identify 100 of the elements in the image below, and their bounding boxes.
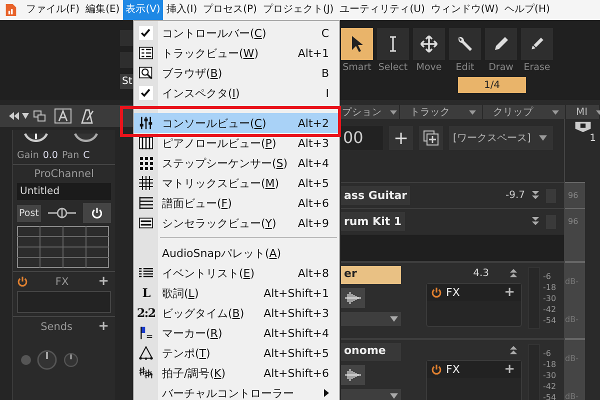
- prochannel-title: ProChannel: [33, 168, 95, 180]
- fx-title: FX: [446, 363, 461, 376]
- app-logo-icon: [5, 3, 17, 17]
- menu-item[interactable]: コントロールバー(C) C: [134, 23, 339, 43]
- menu-item[interactable]: トラックビュー(W) Alt+1: [134, 43, 339, 63]
- fx-title: FX: [55, 276, 69, 288]
- caret-icon: [469, 110, 476, 114]
- zoom-field[interactable]: 00: [341, 126, 383, 150]
- add-fx-button[interactable]: +: [502, 286, 517, 299]
- snap-dropdown[interactable]: 1/4: [458, 77, 526, 93]
- track-list-icon: [139, 46, 153, 60]
- menu-item[interactable]: テンポ(T) Alt+Shift+5: [134, 343, 339, 363]
- menu-bar-item[interactable]: 編集(E): [82, 0, 123, 20]
- menu-item[interactable]: 拍子/調号(K) Alt+Shift+6: [134, 363, 339, 383]
- ruler-value: 96: [567, 217, 578, 226]
- add-track-button[interactable]: +: [389, 126, 413, 150]
- now-marker-icon[interactable]: [572, 121, 592, 133]
- menu-item-label: ピアノロールビュー(P): [162, 136, 278, 150]
- track-volume-value: -9.7: [505, 190, 525, 201]
- shortcut-label: Alt+Shift+3: [264, 306, 329, 320]
- menu-bar-item[interactable]: ファイル(F): [23, 0, 83, 20]
- menu-item[interactable]: バーチャルコントローラー: [134, 383, 339, 400]
- menu-glyph: 2:2: [136, 306, 156, 320]
- track-inspector-tab-icon[interactable]: [54, 108, 72, 124]
- track-name[interactable]: rum Kit 1: [341, 212, 405, 231]
- expand-icon[interactable]: [531, 191, 540, 200]
- shortcut-label: Alt+Shift+6: [264, 366, 329, 380]
- track-name[interactable]: ass Guitar: [341, 186, 410, 205]
- power-icon[interactable]: [17, 276, 28, 287]
- menu-item[interactable]: ピアノロールビュー(P) Alt+3: [134, 133, 339, 153]
- shortcut-label: Alt+2: [298, 116, 329, 130]
- meter-scale-label: -54: [543, 392, 556, 400]
- dot-grid-icon: [139, 156, 153, 170]
- list-icon: [139, 266, 153, 280]
- input-dropdown[interactable]: [341, 312, 401, 326]
- shortcut-label: C: [321, 26, 329, 40]
- menu-item-label: マーカー(R): [162, 326, 224, 340]
- add-fx-button[interactable]: +: [96, 275, 111, 288]
- pan-label: Pan: [62, 150, 80, 163]
- menu-bar-item[interactable]: プロジェクト(J): [260, 0, 337, 20]
- menu-item-label: コントロールバー(C): [162, 26, 268, 40]
- power-button[interactable]: [82, 203, 111, 223]
- menu-item-label: シンセラックビュー(Y): [162, 216, 278, 230]
- track-volume-value: 4.3: [473, 268, 489, 278]
- waveform-icon[interactable]: [341, 365, 365, 385]
- menu-item[interactable]: コンソールビュー(C) Alt+2: [134, 113, 339, 133]
- meter-scale-label: -18: [543, 282, 556, 293]
- menu-item-label: コンソールビュー(C): [162, 116, 268, 130]
- meter-scale-label: -6: [543, 271, 552, 282]
- menu-item[interactable]: マトリックスビュー(M) Alt+5: [134, 173, 339, 193]
- menu-item[interactable]: マーカー(R) Alt+Shift+4: [134, 323, 339, 343]
- shortcut-label: Alt+5: [298, 176, 329, 190]
- waveform-icon[interactable]: [341, 288, 365, 308]
- menu-item-label: 譜面ビュー(F): [162, 196, 233, 210]
- menu-item[interactable]: 譜面ビュー(F) Alt+6: [134, 193, 339, 213]
- menu-bar-item[interactable]: 表示(V): [122, 0, 164, 20]
- meter-scale-label: -18: [543, 359, 556, 370]
- sends-title: Sends: [40, 320, 72, 332]
- fx-title: FX: [446, 286, 461, 299]
- menu-bar-item[interactable]: 挿入(I): [163, 0, 200, 20]
- menu-item[interactable]: AudioSnapパレット(A): [134, 243, 339, 263]
- menu-item[interactable]: ステップシーケンサー(S) Alt+4: [134, 153, 339, 173]
- menu-item-label: テンポ(T): [162, 346, 212, 360]
- metronome-icon: [139, 346, 153, 360]
- menu-bar-item[interactable]: ユーティリティ(U): [336, 0, 428, 20]
- add-fx-button[interactable]: +: [502, 363, 517, 376]
- preset-field[interactable]: Untitled: [17, 183, 111, 200]
- menu-item[interactable]: 2:2 ビッグタイム(B) Alt+Shift+3: [134, 303, 339, 323]
- menu-item-label: 歌詞(L): [162, 286, 200, 300]
- input-dropdown[interactable]: [341, 389, 401, 400]
- power-icon[interactable]: [431, 364, 442, 375]
- menu-glyph: L: [142, 286, 150, 300]
- menu-item-label: 拍子/調号(K): [162, 366, 227, 380]
- ruler-value: 96: [567, 191, 578, 200]
- power-icon: [90, 207, 103, 219]
- send-level-knob[interactable]: [37, 350, 57, 370]
- rack-icon: [139, 216, 153, 230]
- expand-icon[interactable]: [531, 217, 540, 226]
- menu-item-label: イベントリスト(E): [162, 266, 256, 280]
- menu-item[interactable]: L 歌詞(L) Alt+Shift+1: [134, 283, 339, 303]
- menu-bar-item[interactable]: プロセス(P): [200, 0, 260, 20]
- menu-item-label: トラックビュー(W): [162, 46, 260, 60]
- workspace-dropdown[interactable]: [ワークスペース]: [449, 126, 553, 150]
- shortcut-label: Alt+Shift+4: [264, 326, 329, 340]
- menu-bar-item[interactable]: ヘルプ(H): [502, 0, 553, 20]
- duplicate-track-button[interactable]: [419, 126, 443, 150]
- menu-bar-item[interactable]: ウィンドウ(W): [428, 0, 502, 20]
- grid-icon: [139, 176, 153, 190]
- gain-label: Gain: [17, 150, 39, 163]
- add-send-button[interactable]: +: [96, 320, 111, 333]
- track-name[interactable]: er: [341, 266, 401, 284]
- menu-item[interactable]: シンセラックビュー(Y) Alt+9: [134, 213, 339, 233]
- metronome-tab-icon[interactable]: [78, 108, 96, 124]
- key-signature-icon: [139, 366, 153, 380]
- timeline-number: 1: [590, 133, 597, 144]
- track-name[interactable]: onome: [341, 343, 401, 361]
- post-button[interactable]: Post: [17, 204, 41, 222]
- menu-item[interactable]: イベントリスト(E) Alt+8: [134, 263, 339, 283]
- power-icon[interactable]: [431, 287, 442, 298]
- shortcut-label: Alt+1: [298, 46, 329, 60]
